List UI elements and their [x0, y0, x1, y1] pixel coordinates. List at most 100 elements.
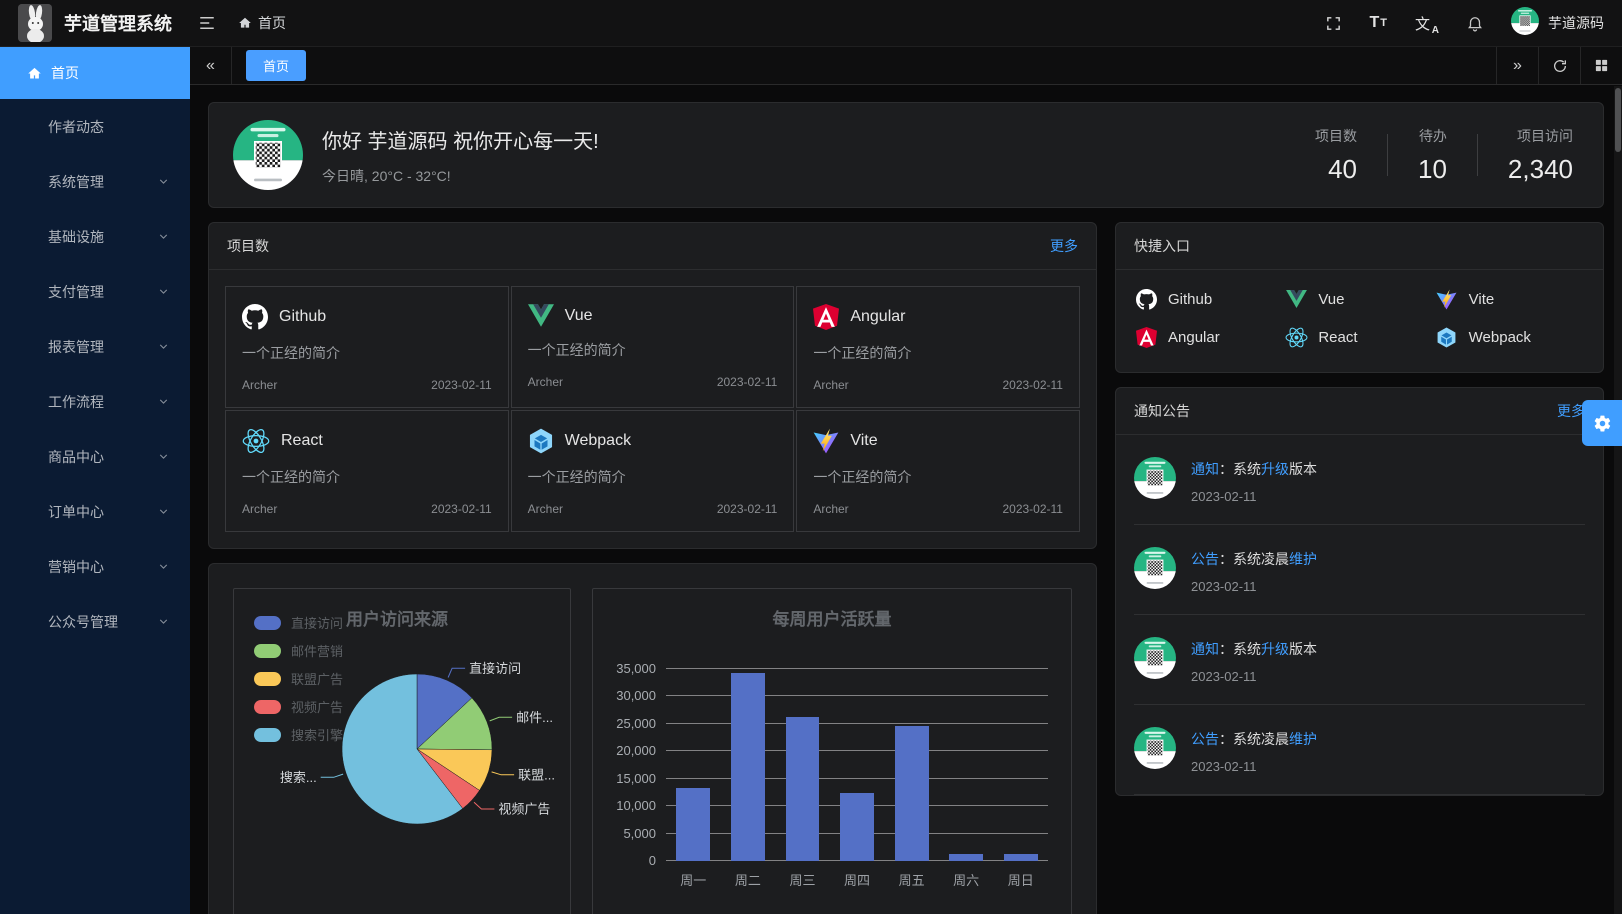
notice-avatar	[1134, 727, 1176, 774]
chevron-down-icon	[157, 615, 170, 628]
notice-date: 2023-02-11	[1191, 489, 1317, 504]
notices-more-link[interactable]: 更多	[1557, 401, 1585, 421]
project-author: Archer	[813, 378, 848, 392]
tags-bar-actions: »	[1496, 47, 1622, 84]
sidebar-item-4[interactable]: 支付管理	[0, 264, 190, 319]
projects-card-header: 项目数 更多	[209, 223, 1096, 270]
project-date: 2023-02-11	[1002, 378, 1063, 392]
bar-chart[interactable]: 每周用户活跃量 05,00010,00015,00020,00025,00030…	[592, 588, 1072, 914]
locale-button[interactable]: 文A	[1415, 13, 1439, 34]
fullscreen-button[interactable]	[1325, 15, 1342, 32]
angular-icon	[1134, 327, 1158, 348]
project-card-webpack[interactable]: Webpack 一个正经的简介 Archer2023-02-11	[511, 410, 795, 532]
notification-button[interactable]	[1466, 14, 1484, 32]
tags-menu-button[interactable]	[1580, 47, 1622, 84]
chevron-down-icon	[157, 450, 170, 463]
y-tick-label: 20,000	[584, 743, 656, 758]
bar-周三	[786, 717, 820, 861]
shortcut-react[interactable]: React	[1284, 318, 1434, 356]
notice-title: 公告：系统凌晨维护	[1191, 549, 1317, 569]
qr-avatar-icon	[1134, 547, 1176, 589]
shortcut-vite[interactable]: Vite	[1435, 280, 1585, 318]
sidebar-item-2[interactable]: 系统管理	[0, 154, 190, 209]
x-tick-label: 周日	[993, 870, 1048, 889]
vite-icon	[1435, 289, 1459, 310]
home-icon	[238, 16, 252, 30]
tags-scroll-right-button[interactable]: »	[1496, 47, 1538, 84]
sidebar-item-5[interactable]: 报表管理	[0, 319, 190, 374]
sidebar-item-10[interactable]: 公众号管理	[0, 594, 190, 649]
sidebar-item-label: 公众号管理	[48, 612, 118, 632]
notice-item-2[interactable]: 通知：系统升级版本 2023-02-11	[1134, 615, 1585, 705]
sidebar-item-3[interactable]: 基础设施	[0, 209, 190, 264]
breadcrumb-item[interactable]: 首页	[258, 13, 286, 33]
svg-text:搜索...: 搜索...	[280, 770, 317, 785]
projects-card: 项目数 更多 Github 一个正经的简介 Archer2023-02-11Vu…	[208, 222, 1097, 549]
x-tick-label: 周四	[830, 870, 885, 889]
sidebar-item-6[interactable]: 工作流程	[0, 374, 190, 429]
welcome-avatar	[233, 120, 303, 190]
sidebar-item-8[interactable]: 订单中心	[0, 484, 190, 539]
tags-bar: « 首页 »	[190, 47, 1622, 85]
pie-chart[interactable]: 直接访问邮件营销联盟广告视频广告搜索引擎 用户访问来源 直接访问邮件...联盟.…	[233, 588, 571, 914]
user-avatar	[1511, 7, 1539, 40]
project-name: Vite	[850, 432, 877, 450]
navbar-actions: TT 文A 芋道源码	[1325, 7, 1604, 40]
project-card-vue[interactable]: Vue 一个正经的简介 Archer2023-02-11	[511, 286, 795, 408]
user-menu[interactable]: 芋道源码	[1511, 7, 1604, 40]
notice-item-1[interactable]: 公告：系统凌晨维护 2023-02-11	[1134, 525, 1585, 615]
react-icon	[242, 428, 270, 454]
project-card-github[interactable]: Github 一个正经的简介 Archer2023-02-11	[225, 286, 509, 408]
home-icon	[27, 66, 42, 81]
shortcut-angular[interactable]: Angular	[1134, 318, 1284, 356]
shortcut-vue[interactable]: Vue	[1284, 280, 1434, 318]
y-tick-label: 35,000	[584, 661, 656, 676]
welcome-greeting: 你好 芋道源码 祝你开心每一天!	[322, 125, 599, 154]
sidebar-collapse-button[interactable]	[198, 14, 216, 32]
project-description: 一个正经的简介	[242, 467, 492, 487]
refresh-button[interactable]	[1538, 47, 1580, 84]
shortcut-label: Angular	[1168, 329, 1220, 346]
shortcut-github[interactable]: Github	[1134, 280, 1284, 318]
sidebar-item-0[interactable]: 首页	[0, 47, 190, 99]
react-icon	[242, 428, 270, 454]
project-card-angular[interactable]: Angular 一个正经的简介 Archer2023-02-11	[796, 286, 1080, 408]
fullscreen-icon	[1325, 15, 1342, 32]
sidebar-item-7[interactable]: 商品中心	[0, 429, 190, 484]
notice-title: 通知：系统升级版本	[1191, 459, 1317, 479]
charts-card: 直接访问邮件营销联盟广告视频广告搜索引擎 用户访问来源 直接访问邮件...联盟.…	[208, 563, 1097, 914]
shortcut-label: Vite	[1469, 291, 1495, 308]
notice-item-3[interactable]: 公告：系统凌晨维护 2023-02-11	[1134, 705, 1585, 795]
chevron-down-icon	[157, 560, 170, 573]
projects-grid: Github 一个正经的简介 Archer2023-02-11Vue 一个正经的…	[209, 270, 1096, 548]
sidebar-item-1[interactable]: 作者动态	[0, 99, 190, 154]
x-tick-label: 周五	[884, 870, 939, 889]
sidebar-item-label: 订单中心	[48, 502, 104, 522]
y-tick-label: 5,000	[584, 826, 656, 841]
project-card-react[interactable]: React 一个正经的简介 Archer2023-02-11	[225, 410, 509, 532]
sidebar-item-label: 首页	[51, 63, 79, 83]
svg-text:视频广告: 视频广告	[498, 802, 550, 817]
user-name: 芋道源码	[1548, 13, 1604, 33]
settings-fab-button[interactable]	[1582, 400, 1622, 446]
sidebar-menu: 首页作者动态系统管理基础设施支付管理报表管理工作流程商品中心订单中心营销中心公众…	[0, 47, 190, 914]
projects-more-link[interactable]: 更多	[1050, 236, 1078, 256]
sidebar-item-9[interactable]: 营销中心	[0, 539, 190, 594]
y-tick-label: 30,000	[584, 688, 656, 703]
chevron-down-icon	[157, 230, 170, 243]
font-size-button[interactable]: TT	[1369, 14, 1388, 32]
breadcrumb[interactable]: 首页	[238, 13, 286, 33]
notice-avatar	[1134, 637, 1176, 684]
tab-home[interactable]: 首页	[246, 50, 306, 81]
scrollbar-thumb[interactable]	[1615, 88, 1621, 152]
projects-card-title: 项目数	[227, 236, 269, 256]
svg-text:邮件...: 邮件...	[516, 710, 553, 725]
project-card-vite[interactable]: Vite 一个正经的简介 Archer2023-02-11	[796, 410, 1080, 532]
project-author: Archer	[242, 378, 277, 392]
home-icon	[27, 66, 42, 81]
chevron-down-icon	[157, 285, 170, 298]
project-name: Vue	[565, 307, 593, 325]
shortcut-webpack[interactable]: Webpack	[1435, 318, 1585, 356]
notice-item-0[interactable]: 通知：系统升级版本 2023-02-11	[1134, 435, 1585, 525]
tags-scroll-left-button[interactable]: «	[190, 47, 232, 84]
